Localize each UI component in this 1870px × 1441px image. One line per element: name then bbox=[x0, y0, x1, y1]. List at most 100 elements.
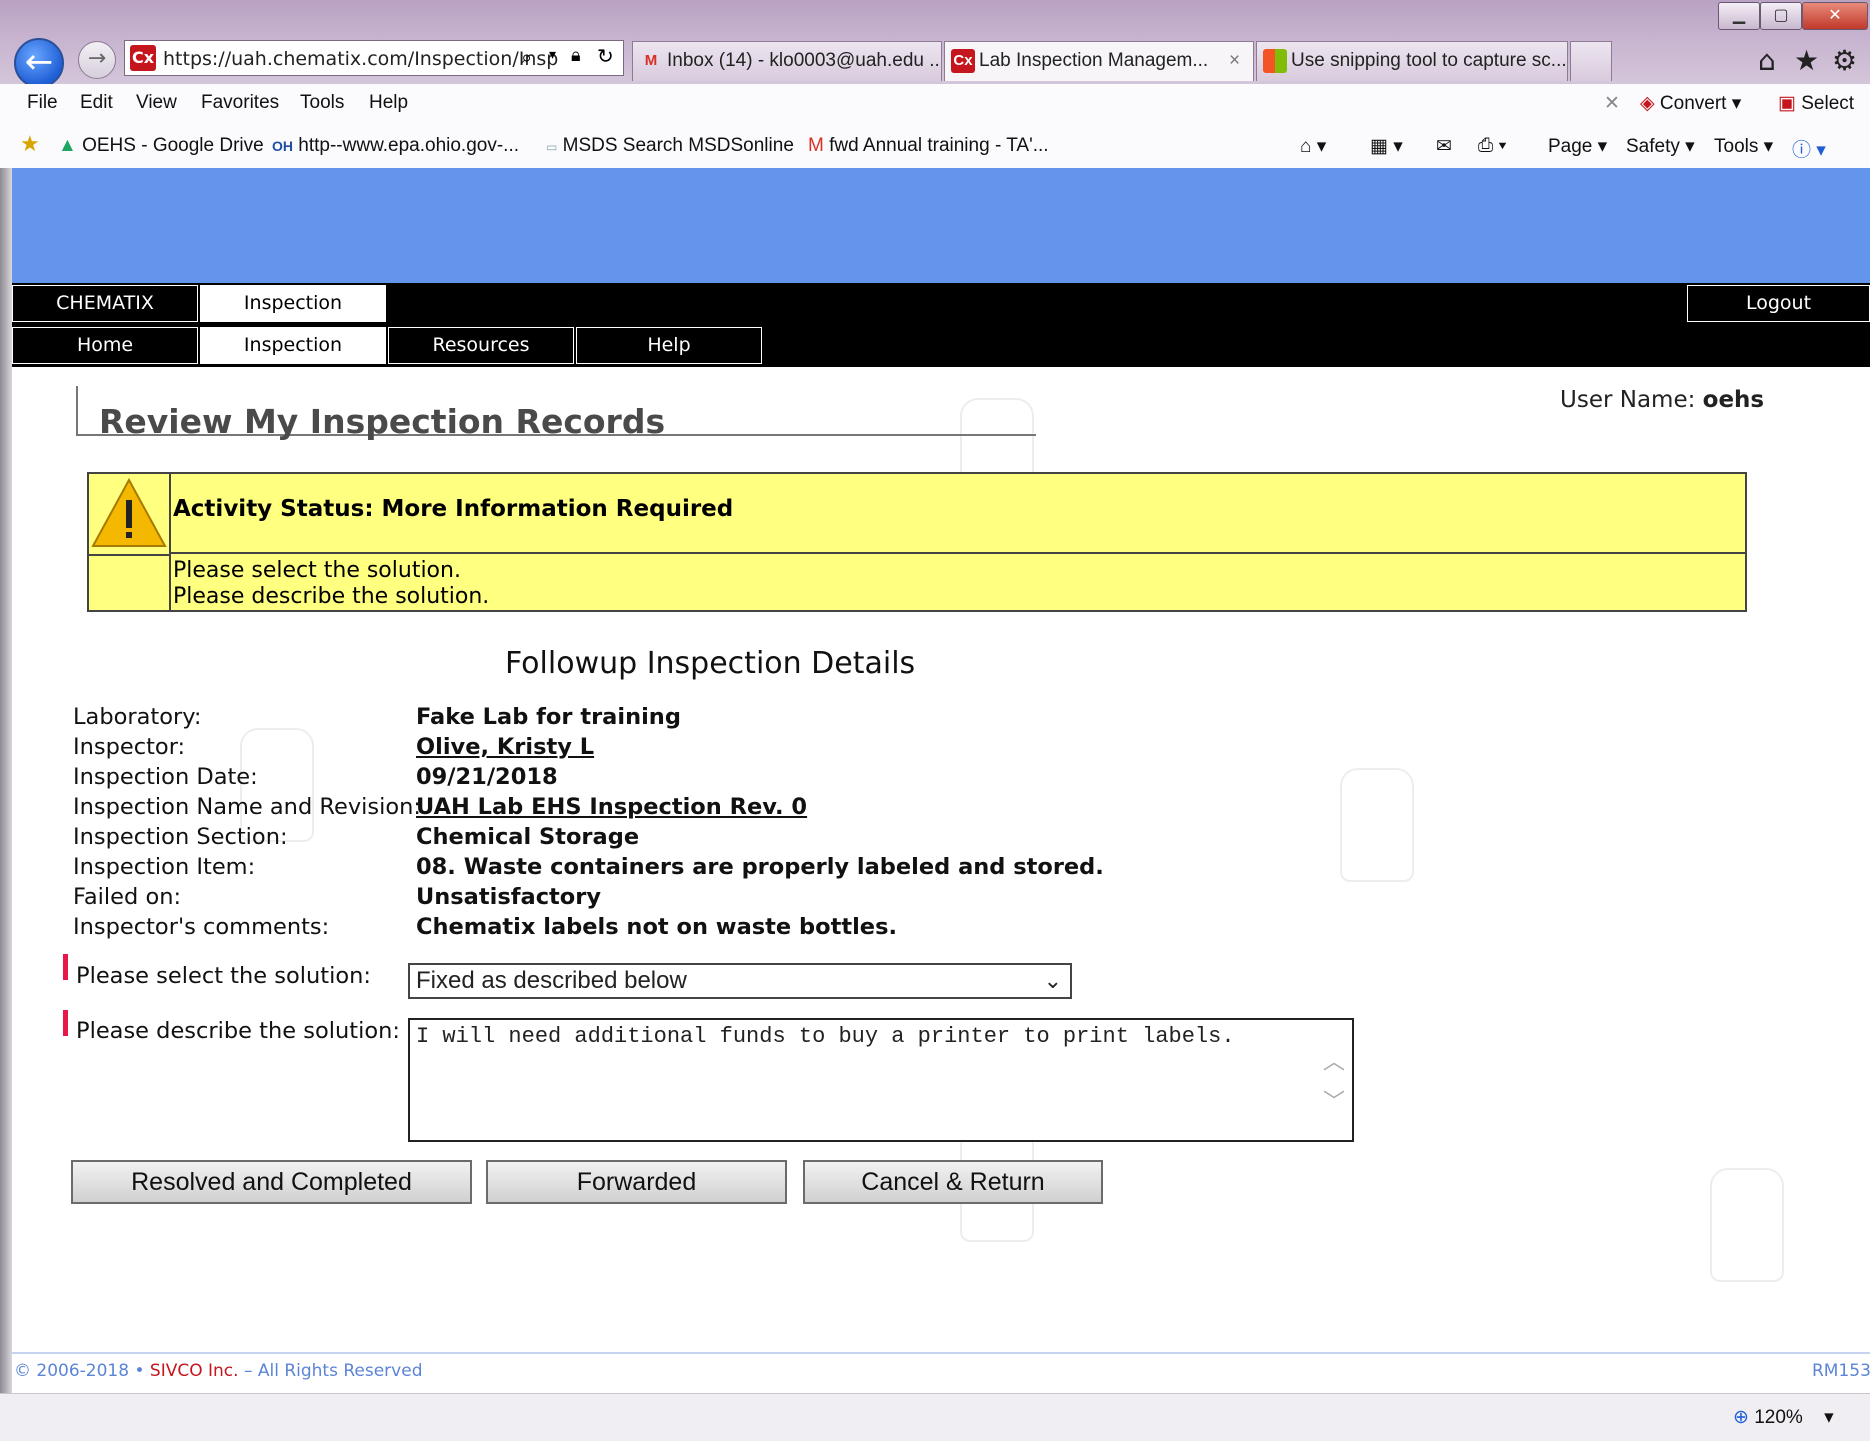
address-bar[interactable]: Cx https://uah.chematix.com/Inspection/I… bbox=[124, 40, 624, 76]
tools-menu[interactable]: Tools ▾ bbox=[1714, 135, 1773, 158]
home-icon[interactable]: ⌂ bbox=[1758, 44, 1776, 77]
new-tab-button[interactable] bbox=[1570, 41, 1612, 81]
detail-label: Inspection Item: bbox=[73, 854, 256, 880]
favorite-oehs-google-drive[interactable]: ▲ OEHS - Google Drive bbox=[58, 135, 264, 157]
arrow-left-icon: ← bbox=[24, 42, 54, 82]
select-button[interactable]: ▣ Select bbox=[1778, 92, 1854, 115]
zoom-control[interactable]: ⊕ 120% ▾ bbox=[1733, 1406, 1834, 1429]
chevron-up-icon[interactable]: ︿ bbox=[1320, 1044, 1348, 1084]
forward-button[interactable]: → bbox=[78, 41, 116, 79]
menu-view[interactable]: View bbox=[136, 92, 177, 114]
nav-inspection[interactable]: Inspection bbox=[200, 327, 386, 364]
convert-button[interactable]: ◈ Convert ▾ bbox=[1640, 92, 1741, 115]
add-favorites-icon[interactable]: ★ bbox=[20, 131, 40, 157]
forwarded-button[interactable]: Forwarded bbox=[486, 1160, 787, 1204]
lock-icon: 🔒︎ bbox=[571, 45, 581, 66]
header-band bbox=[12, 168, 1870, 283]
tab-label: Lab Inspection Managem... bbox=[979, 50, 1209, 71]
tab-inbox[interactable]: M Inbox (14) - klo0003@uah.edu ... bbox=[632, 41, 942, 81]
menu-favorites[interactable]: Favorites bbox=[201, 92, 279, 114]
search-icon[interactable]: ⌕ bbox=[521, 45, 532, 69]
inspection-section-value: Chemical Storage bbox=[416, 824, 640, 850]
print-icon[interactable]: ⎙ ▾ bbox=[1478, 135, 1506, 157]
status-title: Activity Status: More Information Requir… bbox=[173, 496, 734, 522]
textarea-scrollbar[interactable]: ︿ ﹀ bbox=[1320, 1044, 1348, 1124]
menu-tools[interactable]: Tools bbox=[300, 92, 344, 114]
solution-select[interactable]: Fixed as described below ⌄ bbox=[408, 963, 1072, 999]
detail-label: Failed on: bbox=[73, 884, 182, 910]
tab-label: Inbox (14) - klo0003@uah.edu ... bbox=[667, 50, 942, 71]
zoom-level: 120% bbox=[1754, 1407, 1803, 1428]
company-link[interactable]: SIVCO Inc. bbox=[150, 1361, 239, 1381]
menu-bar: File Edit View Favorites Tools Help ✕ ◈ … bbox=[0, 84, 1870, 123]
close-icon[interactable]: × bbox=[1229, 42, 1240, 80]
browser-status-bar: ⊕ 120% ▾ bbox=[0, 1393, 1870, 1441]
favorites-bar: ★ ▲ OEHS - Google Drive OH http--www.epa… bbox=[0, 122, 1870, 169]
chevron-down-icon[interactable]: ﹀ bbox=[1320, 1084, 1348, 1124]
logout-button[interactable]: Logout bbox=[1687, 285, 1870, 322]
user-name: User Name: oehs bbox=[1560, 387, 1764, 413]
url-text[interactable]: https://uah.chematix.com/Inspection/Insp bbox=[163, 48, 558, 70]
minimize-button[interactable]: ▁ bbox=[1718, 2, 1760, 30]
inspection-name-link[interactable]: UAH Lab EHS Inspection Rev. 0 bbox=[416, 794, 807, 820]
help-icon[interactable]: ⓘ ▾ bbox=[1792, 135, 1826, 162]
flask-watermark bbox=[1710, 1168, 1784, 1282]
msds-icon: ▭ bbox=[546, 140, 558, 154]
back-button[interactable]: ← bbox=[14, 38, 64, 88]
safety-menu[interactable]: Safety ▾ bbox=[1626, 135, 1695, 158]
google-drive-icon: ▲ bbox=[58, 135, 77, 156]
tab-snipping-tool[interactable]: Use snipping tool to capture sc... bbox=[1256, 41, 1568, 81]
nav-inspection-section[interactable]: Inspection bbox=[200, 285, 386, 322]
ohio-epa-icon: OH bbox=[272, 138, 293, 154]
footer-copyright: © 2006-2018 • SIVCO Inc. – All Rights Re… bbox=[14, 1361, 423, 1381]
page-content: CHEMATIX Inspection Logout Home Inspecti… bbox=[0, 168, 1870, 1393]
gear-icon[interactable]: ⚙ bbox=[1832, 44, 1857, 77]
gmail-icon: M bbox=[644, 52, 658, 69]
nav-resources[interactable]: Resources bbox=[388, 327, 574, 364]
chematix-icon: Cx bbox=[951, 49, 975, 73]
inspector-link[interactable]: Olive, Kristy L bbox=[416, 734, 594, 760]
details-heading: Followup Inspection Details bbox=[505, 646, 916, 681]
failed-on-value: Unsatisfactory bbox=[416, 884, 602, 910]
solution-description-value: I will need additional funds to buy a pr… bbox=[416, 1024, 1235, 1049]
mail-icon[interactable]: ✉ bbox=[1436, 135, 1452, 158]
page-title: Review My Inspection Records bbox=[99, 402, 666, 441]
status-message: Please describe the solution. bbox=[173, 584, 490, 609]
required-marker bbox=[63, 1010, 68, 1036]
menu-file[interactable]: File bbox=[27, 92, 58, 114]
close-icon[interactable]: ✕ bbox=[1604, 92, 1620, 115]
chevron-down-icon: ▾ bbox=[1824, 1407, 1834, 1428]
maximize-button[interactable]: ▢ bbox=[1760, 2, 1802, 30]
status-divider bbox=[169, 552, 1747, 554]
arrow-right-icon: → bbox=[87, 46, 107, 71]
favorite-annual-training[interactable]: M fwd Annual training - TA'... bbox=[808, 135, 1049, 157]
user-name-value: oehs bbox=[1702, 387, 1765, 413]
tab-label: Use snipping tool to capture sc... bbox=[1291, 50, 1567, 71]
favorite-msds[interactable]: ▭ MSDS Search MSDSonline bbox=[546, 135, 794, 157]
chevron-down-icon[interactable]: ▾ bbox=[549, 47, 556, 63]
feed-icon[interactable]: ▦ ▾ bbox=[1370, 135, 1403, 158]
close-window-button[interactable]: ✕ bbox=[1802, 2, 1868, 30]
nav-chematix[interactable]: CHEMATIX bbox=[12, 285, 198, 322]
menu-edit[interactable]: Edit bbox=[80, 92, 113, 114]
solution-description-textarea[interactable]: I will need additional funds to buy a pr… bbox=[408, 1018, 1354, 1142]
detail-label: Inspector's comments: bbox=[73, 914, 330, 940]
left-border bbox=[0, 168, 12, 1393]
favorite-epa[interactable]: OH http--www.epa.ohio.gov-... bbox=[272, 135, 519, 157]
home-icon[interactable]: ⌂ ▾ bbox=[1300, 135, 1326, 158]
inspection-date-value: 09/21/2018 bbox=[416, 764, 558, 790]
detail-label: Inspection Name and Revision: bbox=[73, 794, 421, 820]
browser-title-bar: ▁ ▢ ✕ ← → Cx https://uah.chematix.com/In… bbox=[0, 0, 1870, 88]
star-icon[interactable]: ★ bbox=[1794, 44, 1819, 77]
nav-home[interactable]: Home bbox=[12, 327, 198, 364]
activity-status-box: Activity Status: More Information Requir… bbox=[87, 472, 1747, 612]
solution-select-value: Fixed as described below bbox=[416, 967, 687, 994]
page-menu[interactable]: Page ▾ bbox=[1548, 135, 1607, 158]
cancel-return-button[interactable]: Cancel & Return bbox=[803, 1160, 1103, 1204]
resolved-completed-button[interactable]: Resolved and Completed bbox=[71, 1160, 472, 1204]
nav-help[interactable]: Help bbox=[576, 327, 762, 364]
detail-label: Inspection Date: bbox=[73, 764, 258, 790]
refresh-icon[interactable]: ↻ bbox=[597, 44, 614, 68]
tab-lab-inspection[interactable]: Cx Lab Inspection Managem... × bbox=[944, 41, 1254, 81]
menu-help[interactable]: Help bbox=[369, 92, 408, 114]
